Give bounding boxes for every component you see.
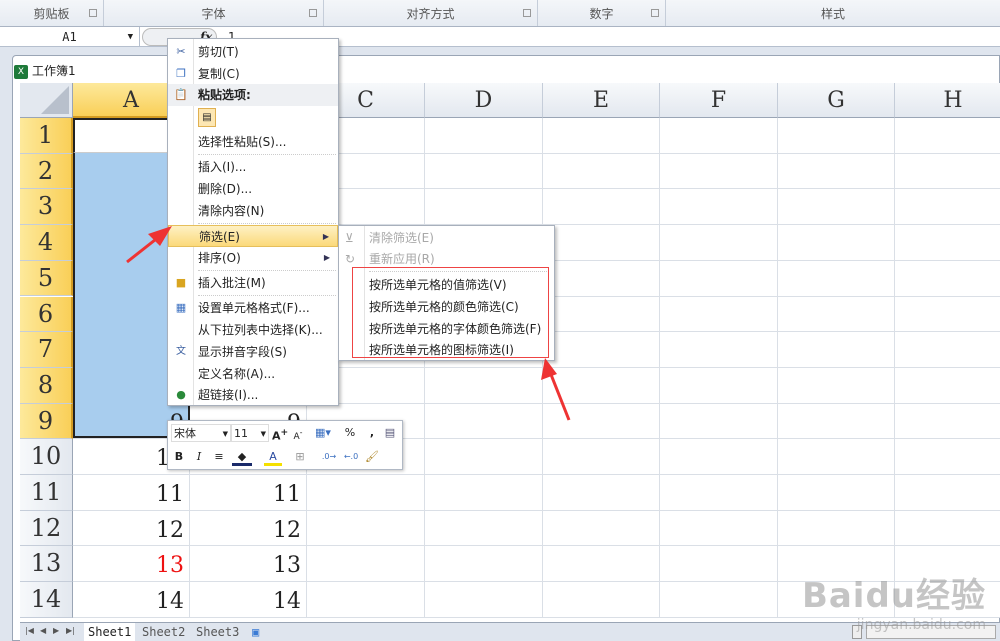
annotation-arrow-submenu: [541, 358, 571, 421]
watermark-brand: Baidu经验: [801, 576, 986, 616]
watermark-url: jingyan.baidu.com: [856, 617, 986, 633]
annotation-arrows: [126, 226, 571, 421]
baidu-watermark: Baidu经验 jingyan.baidu.com: [802, 568, 986, 633]
annotation-arrow-filter: [126, 226, 172, 264]
